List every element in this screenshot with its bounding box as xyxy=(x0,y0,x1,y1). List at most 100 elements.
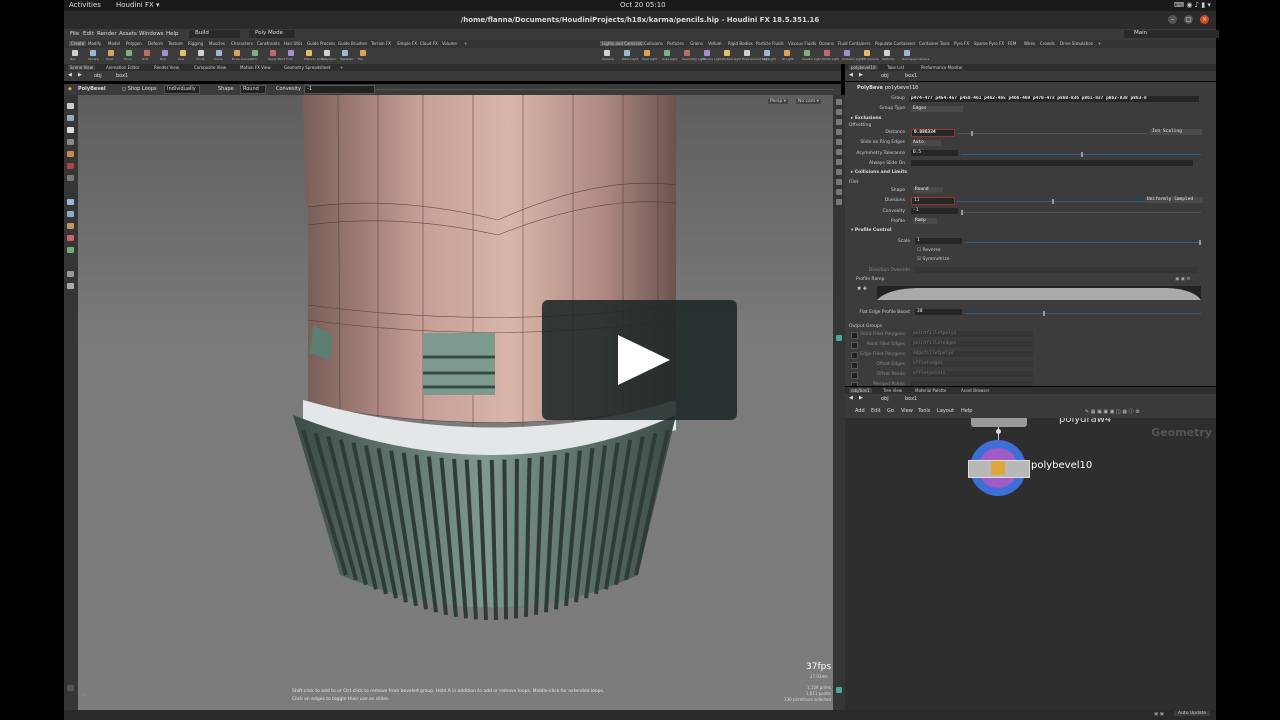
tab-geometry-spreadsheet[interactable]: Geometry Spreadsheet xyxy=(284,65,330,70)
shelf-right-tool-icon-6[interactable] xyxy=(724,50,730,56)
network-menu-layout[interactable]: Layout xyxy=(937,408,954,414)
normals-icon[interactable] xyxy=(836,159,842,165)
param-path-obj[interactable]: obj xyxy=(881,73,889,79)
output-group-field[interactable]: offsetpoints xyxy=(911,371,1033,377)
shelf-right-tool-icon-0[interactable] xyxy=(604,50,610,56)
menu-help[interactable]: Help xyxy=(166,31,179,37)
persp-menu[interactable]: Persp ▾ xyxy=(768,99,789,104)
network-path-obj[interactable]: obj xyxy=(881,396,889,402)
minimize-button[interactable]: – xyxy=(1168,15,1177,24)
shelf-tab-oceans[interactable]: Oceans xyxy=(819,41,834,46)
shelf-tab-simple-fx[interactable]: Simple FX xyxy=(397,41,417,46)
shelf-tab-terrain-fx[interactable]: Terrain FX xyxy=(371,41,391,46)
node-name-field[interactable]: polybevel10 xyxy=(883,85,955,91)
lighting-icon[interactable] xyxy=(836,109,842,115)
shelf-tab-deform[interactable]: Deform xyxy=(148,41,163,46)
display-options-icon[interactable] xyxy=(836,99,842,105)
flat-edge-boost-field[interactable]: 30 xyxy=(915,309,962,315)
tab-motion-fx-view[interactable]: Motion FX View xyxy=(240,65,271,70)
asymmetry-slider[interactable] xyxy=(961,152,1201,157)
shelf-left-tool-icon-16[interactable] xyxy=(360,50,366,56)
edges-select-icon[interactable] xyxy=(67,211,74,217)
shelf-right-tool-icon-11[interactable] xyxy=(824,50,830,56)
convexity-slider[interactable] xyxy=(374,89,834,90)
uv-icon[interactable] xyxy=(836,199,842,205)
flat-edge-boost-slider[interactable] xyxy=(965,311,1201,316)
shelf-left-tool-icon-11[interactable] xyxy=(270,50,276,56)
auto-update-button[interactable]: Auto Update xyxy=(1174,711,1211,716)
node-polydraw4[interactable] xyxy=(971,418,1027,427)
asymmetry-field[interactable]: 0.5 xyxy=(911,150,958,156)
activities-button[interactable]: Activities xyxy=(69,1,101,9)
symmetrize-checkbox[interactable]: ☑ Symmetrize xyxy=(917,257,950,262)
shelf-tab-guide-brushes[interactable]: Guide Brushes xyxy=(338,41,367,46)
menu-assets[interactable]: Assets xyxy=(119,31,137,37)
shading-icon[interactable] xyxy=(836,119,842,125)
tab-material-palette[interactable]: Material Palette xyxy=(915,388,946,393)
param-path-box1[interactable]: box1 xyxy=(905,73,917,79)
shelf-tab-particles[interactable]: Particles xyxy=(667,41,684,46)
tab-composite-view[interactable]: Composite View xyxy=(194,65,226,70)
shelf-tab-container-tools[interactable]: Container Tools xyxy=(919,41,950,46)
pose-tool-icon[interactable] xyxy=(67,163,74,169)
select-tool-icon[interactable] xyxy=(67,103,74,109)
shelf-tab-guide-process[interactable]: Guide Process xyxy=(307,41,335,46)
distance-field[interactable]: 0.086334 xyxy=(911,129,955,137)
profile-ramp-editor[interactable] xyxy=(877,286,1201,300)
exclusions-folder[interactable]: ▸ Exclusions xyxy=(851,116,881,121)
profile-select[interactable]: Ramp xyxy=(913,218,937,224)
back-arrow-icon[interactable]: ◀ xyxy=(68,72,72,78)
tab-scene-view[interactable]: Scene View xyxy=(68,65,95,70)
shelf-tab-vellum[interactable]: Vellum xyxy=(708,41,722,46)
filet-shape-select[interactable]: Round xyxy=(913,187,943,193)
selection-mode-select[interactable]: Individually xyxy=(164,85,200,94)
tab-parameters[interactable]: polybevel10 xyxy=(849,65,878,70)
shelf-right-tool-icon-8[interactable] xyxy=(764,50,770,56)
output-group-field[interactable]: offsetedges xyxy=(911,361,1033,367)
shape-select[interactable]: Round xyxy=(240,85,266,94)
points-select-icon[interactable] xyxy=(67,199,74,205)
view-tool-icon[interactable] xyxy=(67,175,74,181)
shelf-tab-create[interactable]: Create xyxy=(69,41,87,46)
shelf-tab-volume[interactable]: Volume xyxy=(442,41,457,46)
group-type-select[interactable]: Edges xyxy=(911,106,963,112)
scale-slider[interactable] xyxy=(965,240,1201,245)
tab-asset-browser[interactable]: Asset Browser xyxy=(961,388,989,393)
add-shelf-tab-icon[interactable]: + xyxy=(464,41,467,46)
menu-file[interactable]: File xyxy=(70,31,79,37)
shelf-left-tool-icon-2[interactable] xyxy=(108,50,114,56)
always-slide-field[interactable] xyxy=(911,160,1193,166)
filet-convexity-slider[interactable] xyxy=(961,210,1201,215)
camera-menu[interactable]: No cam ▾ xyxy=(796,99,821,104)
shelf-right-tool-icon-12[interactable] xyxy=(844,50,850,56)
shelf-tab-viscous-fluids[interactable]: Viscous Fluids xyxy=(788,41,816,46)
snap-icon[interactable] xyxy=(67,271,74,277)
shelf-tab-collisions[interactable]: Collisions xyxy=(644,41,663,46)
shelf-right-tool-icon-4[interactable] xyxy=(684,50,690,56)
system-tray-icons[interactable]: ⌨ ◉ ♪ ▮ ▾ xyxy=(1174,1,1211,9)
shelf-left-tool-icon-15[interactable] xyxy=(342,50,348,56)
group-field[interactable]: p474-477 p454-457 p458-461 p462-465 p466… xyxy=(909,96,1199,102)
shelf-tab-characters[interactable]: Characters xyxy=(231,41,253,46)
shelf-tab-populate-containers[interactable]: Populate Containers xyxy=(875,41,915,46)
shelf-right-tool-icon-13[interactable] xyxy=(864,50,870,56)
network-path-box1[interactable]: box1 xyxy=(905,396,917,402)
secure-selection-icon[interactable] xyxy=(67,283,74,289)
path-box1[interactable]: box1 xyxy=(116,73,128,79)
scale-field[interactable]: 1 xyxy=(915,238,962,244)
status-icons[interactable]: ▣ ▣ xyxy=(1154,712,1164,717)
network-menu-help[interactable]: Help xyxy=(961,408,972,414)
shelf-tab-fluid-containers[interactable]: Fluid Containers xyxy=(838,41,871,46)
convexity-field[interactable]: -1 xyxy=(304,85,375,94)
direction-override-field[interactable] xyxy=(915,267,1197,273)
shelf-tab-polygon[interactable]: Polygon xyxy=(126,41,142,46)
param-back-arrow-icon[interactable]: ◀ xyxy=(849,72,853,78)
tab-performance-monitor[interactable]: Performance Monitor xyxy=(921,65,963,70)
shop-loops-toggle[interactable]: ◻ Shop Loops xyxy=(122,86,157,92)
tab-tree-view[interactable]: Tree View xyxy=(883,388,902,393)
shelf-right-tool-icon-10[interactable] xyxy=(804,50,810,56)
add-shelf-tab-right-icon[interactable]: + xyxy=(1098,41,1101,46)
divisions-field[interactable]: 11 xyxy=(911,197,955,205)
shelf-tab-fem[interactable]: FEM xyxy=(1008,41,1016,46)
shelf-right-tool-icon-3[interactable] xyxy=(664,50,670,56)
